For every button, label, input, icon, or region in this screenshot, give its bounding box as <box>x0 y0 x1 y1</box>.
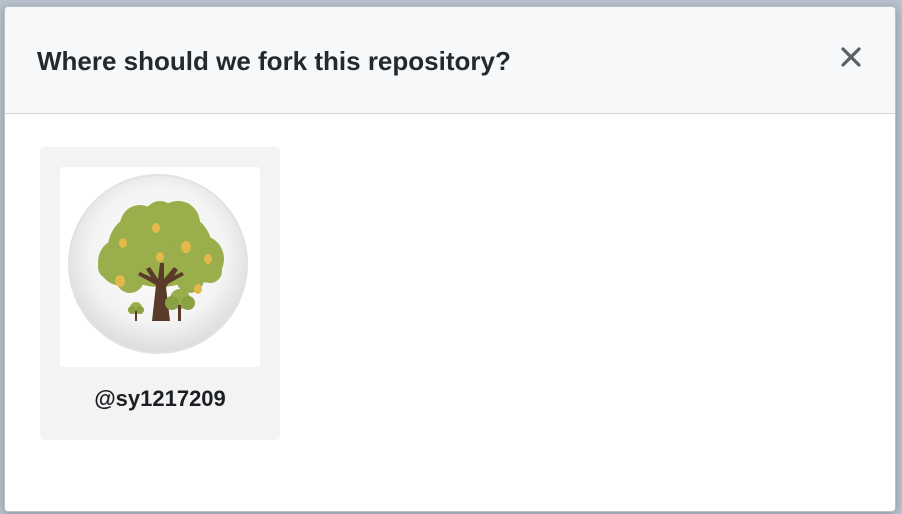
dialog-title: Where should we fork this repository? <box>37 46 511 76</box>
close-button[interactable] <box>831 37 871 77</box>
close-x-icon <box>841 47 861 67</box>
dialog-body: @sy1217209 <box>5 114 895 511</box>
fork-dialog: Where should we fork this repository? @s… <box>4 6 896 512</box>
dialog-header: Where should we fork this repository? <box>5 7 895 114</box>
fork-target-account[interactable]: @sy1217209 <box>40 147 280 440</box>
tree-avatar-icon <box>68 174 248 354</box>
account-name: @sy1217209 <box>94 386 226 411</box>
avatar <box>60 167 260 367</box>
